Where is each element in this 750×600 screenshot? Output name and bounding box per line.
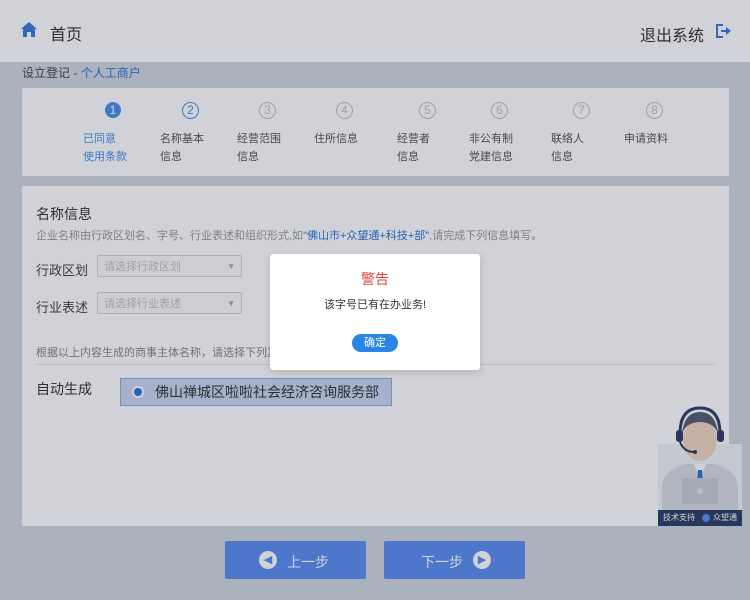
confirm-button[interactable]: 确定 <box>352 334 398 352</box>
dialog-title: 警告 <box>361 271 389 287</box>
dialog-message: 该字号已有在办业务! <box>323 299 427 311</box>
warning-dialog: 警告 该字号已有在办业务! 确定 <box>270 254 480 370</box>
